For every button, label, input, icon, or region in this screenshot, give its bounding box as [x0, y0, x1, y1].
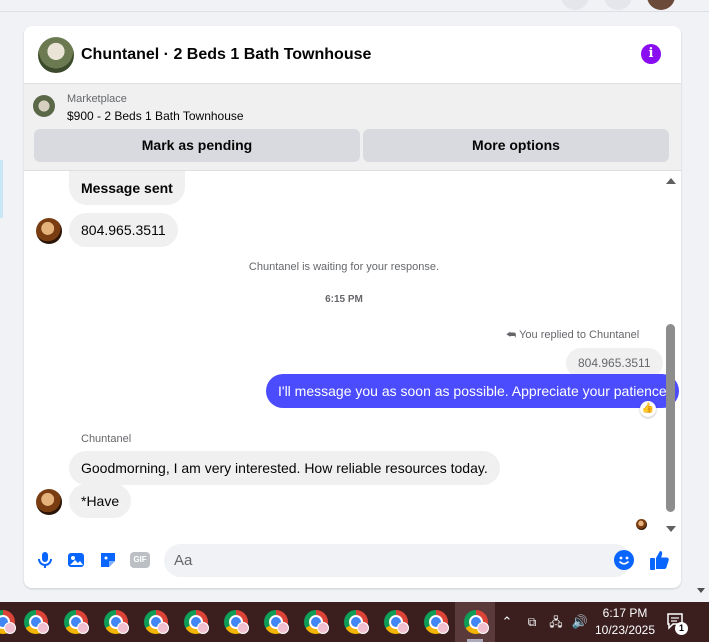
message-list: Message sent 804.965.3511 Chuntanel is w…	[24, 171, 681, 531]
taskbar-chrome-app[interactable]	[135, 602, 175, 642]
clock-date: 10/23/2025	[594, 623, 656, 637]
waiting-status: Chuntanel is waiting for your response.	[248, 261, 440, 273]
incoming-phone-bubble[interactable]: 804.965.3511	[69, 213, 178, 247]
profile-badge	[117, 622, 129, 634]
chat-title[interactable]: Chuntanel · 2 Beds 1 Bath Townhouse	[81, 46, 371, 64]
taskbar-chrome-app-active[interactable]	[455, 602, 495, 642]
gif-icon[interactable]: GIF	[130, 552, 150, 568]
sender-name: Chuntanel	[81, 433, 132, 445]
taskbar-chrome-app[interactable]	[215, 602, 255, 642]
network-icon[interactable]: 🖧	[546, 602, 566, 642]
reply-indicator: ⮪ You replied to Chuntanel	[506, 329, 639, 342]
contact-avatar[interactable]	[36, 489, 62, 515]
marketplace-label: Marketplace	[67, 93, 127, 105]
listing-thumbnail[interactable]	[33, 95, 55, 117]
read-receipt-avatar	[636, 519, 647, 530]
reply-indicator-label: You replied to Chuntanel	[519, 329, 640, 341]
top-circle-button[interactable]	[604, 0, 632, 10]
sticker-icon[interactable]	[98, 550, 118, 570]
reply-arrow-icon: ⮪	[506, 329, 520, 341]
taskbar-chrome-app[interactable]	[175, 602, 215, 642]
profile-badge	[437, 622, 449, 634]
top-strip	[0, 0, 709, 12]
like-icon[interactable]	[649, 549, 671, 571]
chat-window: Chuntanel · 2 Beds 1 Bath Townhouse i Ma…	[24, 26, 681, 588]
profile-avatar[interactable]	[647, 0, 675, 10]
message-scrollbar[interactable]	[664, 176, 678, 532]
emoji-icon[interactable]	[614, 550, 634, 570]
profile-badge	[237, 622, 249, 634]
profile-badge	[477, 622, 489, 634]
top-circle-button[interactable]	[561, 0, 589, 10]
notification-count-badge: 1	[675, 622, 688, 635]
profile-badge	[397, 622, 409, 634]
incoming-message-bubble[interactable]: Goodmorning, I am very interested. How r…	[69, 451, 500, 485]
profile-badge	[277, 622, 289, 634]
windows-taskbar: ⌃ ⧉ 🖧 🔊 6:17 PM 10/23/2025 1	[0, 602, 709, 642]
taskbar-chrome-app[interactable]	[295, 602, 335, 642]
composer: GIF	[24, 540, 681, 584]
volume-icon[interactable]: 🔊	[570, 602, 590, 642]
more-options-button[interactable]: More options	[363, 129, 669, 162]
thumbs-up-reaction-icon[interactable]: 👍	[640, 401, 656, 417]
listing-avatar[interactable]	[38, 37, 74, 73]
photo-icon[interactable]	[66, 550, 86, 570]
profile-badge	[37, 622, 49, 634]
profile-badge	[357, 622, 369, 634]
emoji-face-icon	[618, 556, 630, 565]
outgoing-message-bubble[interactable]: I'll message you as soon as possible. Ap…	[266, 374, 679, 408]
system-clock[interactable]: 6:17 PM 10/23/2025	[594, 605, 656, 639]
left-edge-highlight	[0, 160, 3, 218]
profile-badge	[157, 622, 169, 634]
taskbar-chrome-app[interactable]	[415, 602, 455, 642]
profile-badge	[317, 622, 329, 634]
show-hidden-icons-chevron-icon[interactable]: ⌃	[498, 602, 516, 642]
taskbar-chrome-app[interactable]	[335, 602, 375, 642]
contact-avatar[interactable]	[36, 218, 62, 244]
taskbar-chrome-app[interactable]	[15, 602, 55, 642]
taskbar-chrome-app[interactable]	[255, 602, 295, 642]
profile-badge	[197, 622, 209, 634]
taskbar-chrome-app[interactable]	[55, 602, 95, 642]
scroll-down-arrow-icon[interactable]	[666, 526, 676, 532]
info-icon[interactable]: i	[641, 44, 661, 64]
scroll-up-arrow-icon[interactable]	[666, 178, 676, 184]
meet-now-icon[interactable]: ⧉	[523, 602, 541, 642]
taskbar-chrome-app[interactable]	[95, 602, 135, 642]
scroll-thumb[interactable]	[666, 324, 675, 512]
page-scroll-down-icon[interactable]	[697, 588, 705, 593]
marketplace-panel: Marketplace $900 - 2 Beds 1 Bath Townhou…	[24, 84, 681, 171]
message-input[interactable]	[164, 544, 631, 577]
profile-badge	[77, 622, 89, 634]
listing-title[interactable]: $900 - 2 Beds 1 Bath Townhouse	[67, 109, 244, 123]
incoming-message-bubble[interactable]: *Have	[69, 484, 132, 518]
message-sent-bubble[interactable]: Message sent	[69, 171, 185, 205]
message-timestamp: 6:15 PM	[325, 294, 363, 305]
notification-center-icon[interactable]: 1	[666, 612, 688, 635]
chat-header: Chuntanel · 2 Beds 1 Bath Townhouse i	[24, 26, 681, 84]
taskbar-chrome-app[interactable]	[375, 602, 415, 642]
microphone-icon[interactable]	[35, 550, 55, 570]
clock-time: 6:17 PM	[602, 606, 648, 620]
mark-as-pending-button[interactable]: Mark as pending	[34, 129, 360, 162]
